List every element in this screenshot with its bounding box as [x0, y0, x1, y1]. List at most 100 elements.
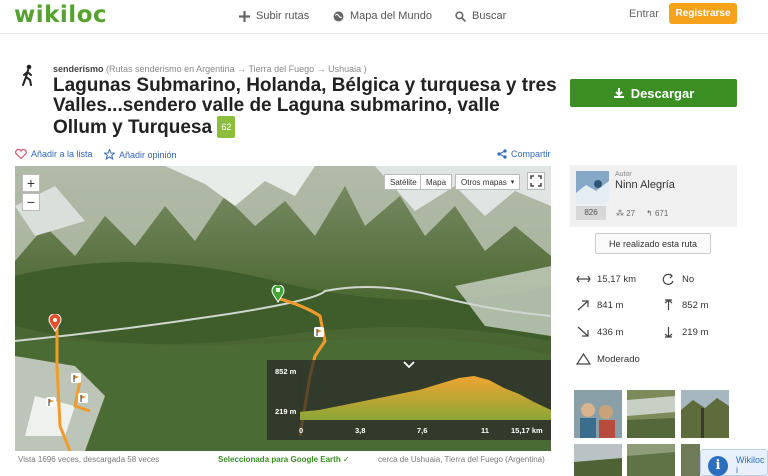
author-trail-count: 826: [576, 206, 606, 220]
following-icon: ↰: [646, 209, 653, 218]
nav-search[interactable]: Buscar: [455, 10, 506, 22]
photo-image: [574, 390, 622, 438]
trail-photo-thumbnail[interactable]: [574, 390, 622, 438]
breadcrumb-path[interactable]: (Rutas senderismo en Argentina → Tierra …: [106, 64, 367, 74]
info-icon: i: [708, 456, 728, 476]
share-label: Compartir: [511, 149, 551, 159]
views-count: Vista 1696 veces, descargada 58 veces: [18, 455, 160, 464]
add-to-list-label: Añadir a la lista: [31, 149, 93, 159]
satellite-view-button[interactable]: Satélite: [384, 174, 423, 190]
nav-world-map-label: Mapa del Mundo: [350, 10, 432, 22]
trail-photo-thumbnail[interactable]: [627, 444, 675, 476]
fullscreen-icon: [530, 175, 542, 187]
elevation-profile[interactable]: 852 m 219 m 0 3,8 7,6 11 15,17 km: [267, 360, 551, 440]
trail-breadcrumb: senderismo (Rutas senderismo en Argentin…: [53, 64, 367, 74]
arrow-up-icon: [664, 299, 673, 310]
login-link[interactable]: Entrar: [629, 8, 659, 20]
author-avatar[interactable]: [576, 171, 609, 204]
followers-icon: ⁂: [616, 209, 624, 218]
photo-image: [627, 444, 675, 476]
top-navigation-bar: wikiloc Subir rutas Mapa del Mundo Busca…: [0, 0, 768, 34]
stat-elevation-loss-value: 436 m: [597, 326, 624, 338]
info-popup[interactable]: i Wikiloc i: [700, 449, 768, 476]
stat-distance: 15,17 km: [576, 273, 636, 285]
avatar-image: [576, 171, 609, 204]
following-count: 671: [654, 209, 669, 218]
rank-badge: 62: [217, 116, 236, 138]
nav-world-map[interactable]: Mapa del Mundo: [333, 10, 432, 22]
stat-distance-value: 15,17 km: [597, 273, 637, 285]
trail-title-text: Lagunas Submarino, Holanda, Bélgica y tu…: [53, 75, 557, 138]
map-view-button[interactable]: Mapa: [420, 174, 453, 190]
add-review-action[interactable]: Añadir opinión: [104, 149, 177, 160]
trail-photo-thumbnail[interactable]: [627, 390, 675, 438]
profile-x-tick: 3,8: [355, 426, 366, 435]
distance-icon: [576, 275, 591, 283]
chevron-down-icon: ▾: [510, 179, 515, 186]
download-icon: [613, 88, 624, 98]
heart-icon: [15, 149, 27, 159]
author-following: ↰ 671: [646, 209, 668, 218]
arrow-down-right-icon: [577, 326, 589, 337]
star-icon: [104, 149, 115, 160]
download-button[interactable]: Descargar: [570, 79, 737, 107]
triangle-icon: [576, 353, 591, 365]
google-earth-label[interactable]: Seleccionada para Google Earth ✓: [218, 455, 350, 464]
elevation-area-chart: [299, 368, 551, 420]
waypoint-icon[interactable]: [77, 392, 89, 408]
start-marker-icon[interactable]: [271, 285, 285, 303]
profile-x-tick: 11: [481, 426, 489, 435]
register-button[interactable]: Registrarse: [669, 3, 737, 24]
photo-image: [681, 444, 700, 476]
search-icon: [455, 10, 466, 22]
trail-done-button[interactable]: He realizado esta ruta: [595, 233, 711, 254]
loop-icon: [662, 273, 674, 285]
nav-upload-trails[interactable]: Subir rutas: [239, 10, 309, 22]
nav-upload-trails-label: Subir rutas: [256, 10, 310, 22]
photo-image: [681, 390, 729, 438]
other-maps-label: Otros mapas: [461, 177, 507, 187]
end-marker-icon[interactable]: [48, 314, 62, 332]
zoom-out-button[interactable]: −: [22, 193, 40, 211]
waypoint-icon[interactable]: [70, 372, 82, 388]
photo-image: [627, 390, 675, 438]
profile-x-tick: 0: [299, 426, 304, 435]
trail-photo-thumbnail[interactable]: [681, 444, 700, 476]
map-footer: Vista 1696 veces, descargada 58 veces Se…: [15, 455, 551, 467]
zoom-in-button[interactable]: +: [22, 174, 40, 192]
profile-x-tick: 7,6: [417, 426, 428, 435]
waypoint-icon[interactable]: [313, 326, 325, 342]
author-followers: ⁂ 27: [616, 209, 635, 218]
activity-type-link[interactable]: senderismo: [53, 64, 104, 74]
stat-max-altitude: 852 m: [661, 299, 708, 311]
trail-map[interactable]: + − Satélite Mapa Otros mapas ▾ 852 m 21…: [15, 166, 551, 451]
nav-search-label: Buscar: [472, 10, 507, 22]
photo-image: [574, 444, 622, 476]
plus-icon: [239, 10, 250, 22]
profile-x-tick: 15,17 km: [511, 426, 543, 435]
trail-title: Lagunas Submarino, Holanda, Bélgica y tu…: [53, 76, 558, 138]
globe-icon: [333, 11, 344, 21]
stat-loop: No: [661, 273, 694, 285]
fullscreen-button[interactable]: [527, 172, 545, 190]
other-maps-dropdown[interactable]: Otros mapas ▾: [455, 174, 521, 190]
stat-elevation-gain-value: 841 m: [597, 299, 624, 311]
stat-min-altitude: 219 m: [661, 326, 708, 338]
share-icon: [497, 149, 507, 159]
stat-max-altitude-value: 852 m: [682, 299, 709, 311]
wikiloc-logo[interactable]: wikiloc: [14, 2, 107, 28]
add-to-list-action[interactable]: Añadir a la lista: [15, 149, 93, 159]
stat-elevation-loss: 436 m: [576, 326, 623, 338]
info-popup-text: Wikiloc i: [736, 455, 765, 475]
share-action[interactable]: Compartir: [497, 149, 551, 159]
arrow-up-right-icon: [577, 300, 589, 311]
stat-loop-value: No: [682, 273, 695, 285]
profile-max-label: 852 m: [275, 367, 297, 376]
profile-min-label: 219 m: [275, 407, 297, 416]
stat-elevation-gain: 841 m: [576, 299, 623, 311]
trail-photo-thumbnail[interactable]: [681, 390, 729, 438]
waypoint-icon[interactable]: [45, 396, 57, 412]
author-name[interactable]: Ninn Alegría: [615, 179, 675, 191]
trail-photo-thumbnail[interactable]: [574, 444, 622, 476]
download-label: Descargar: [630, 85, 695, 101]
